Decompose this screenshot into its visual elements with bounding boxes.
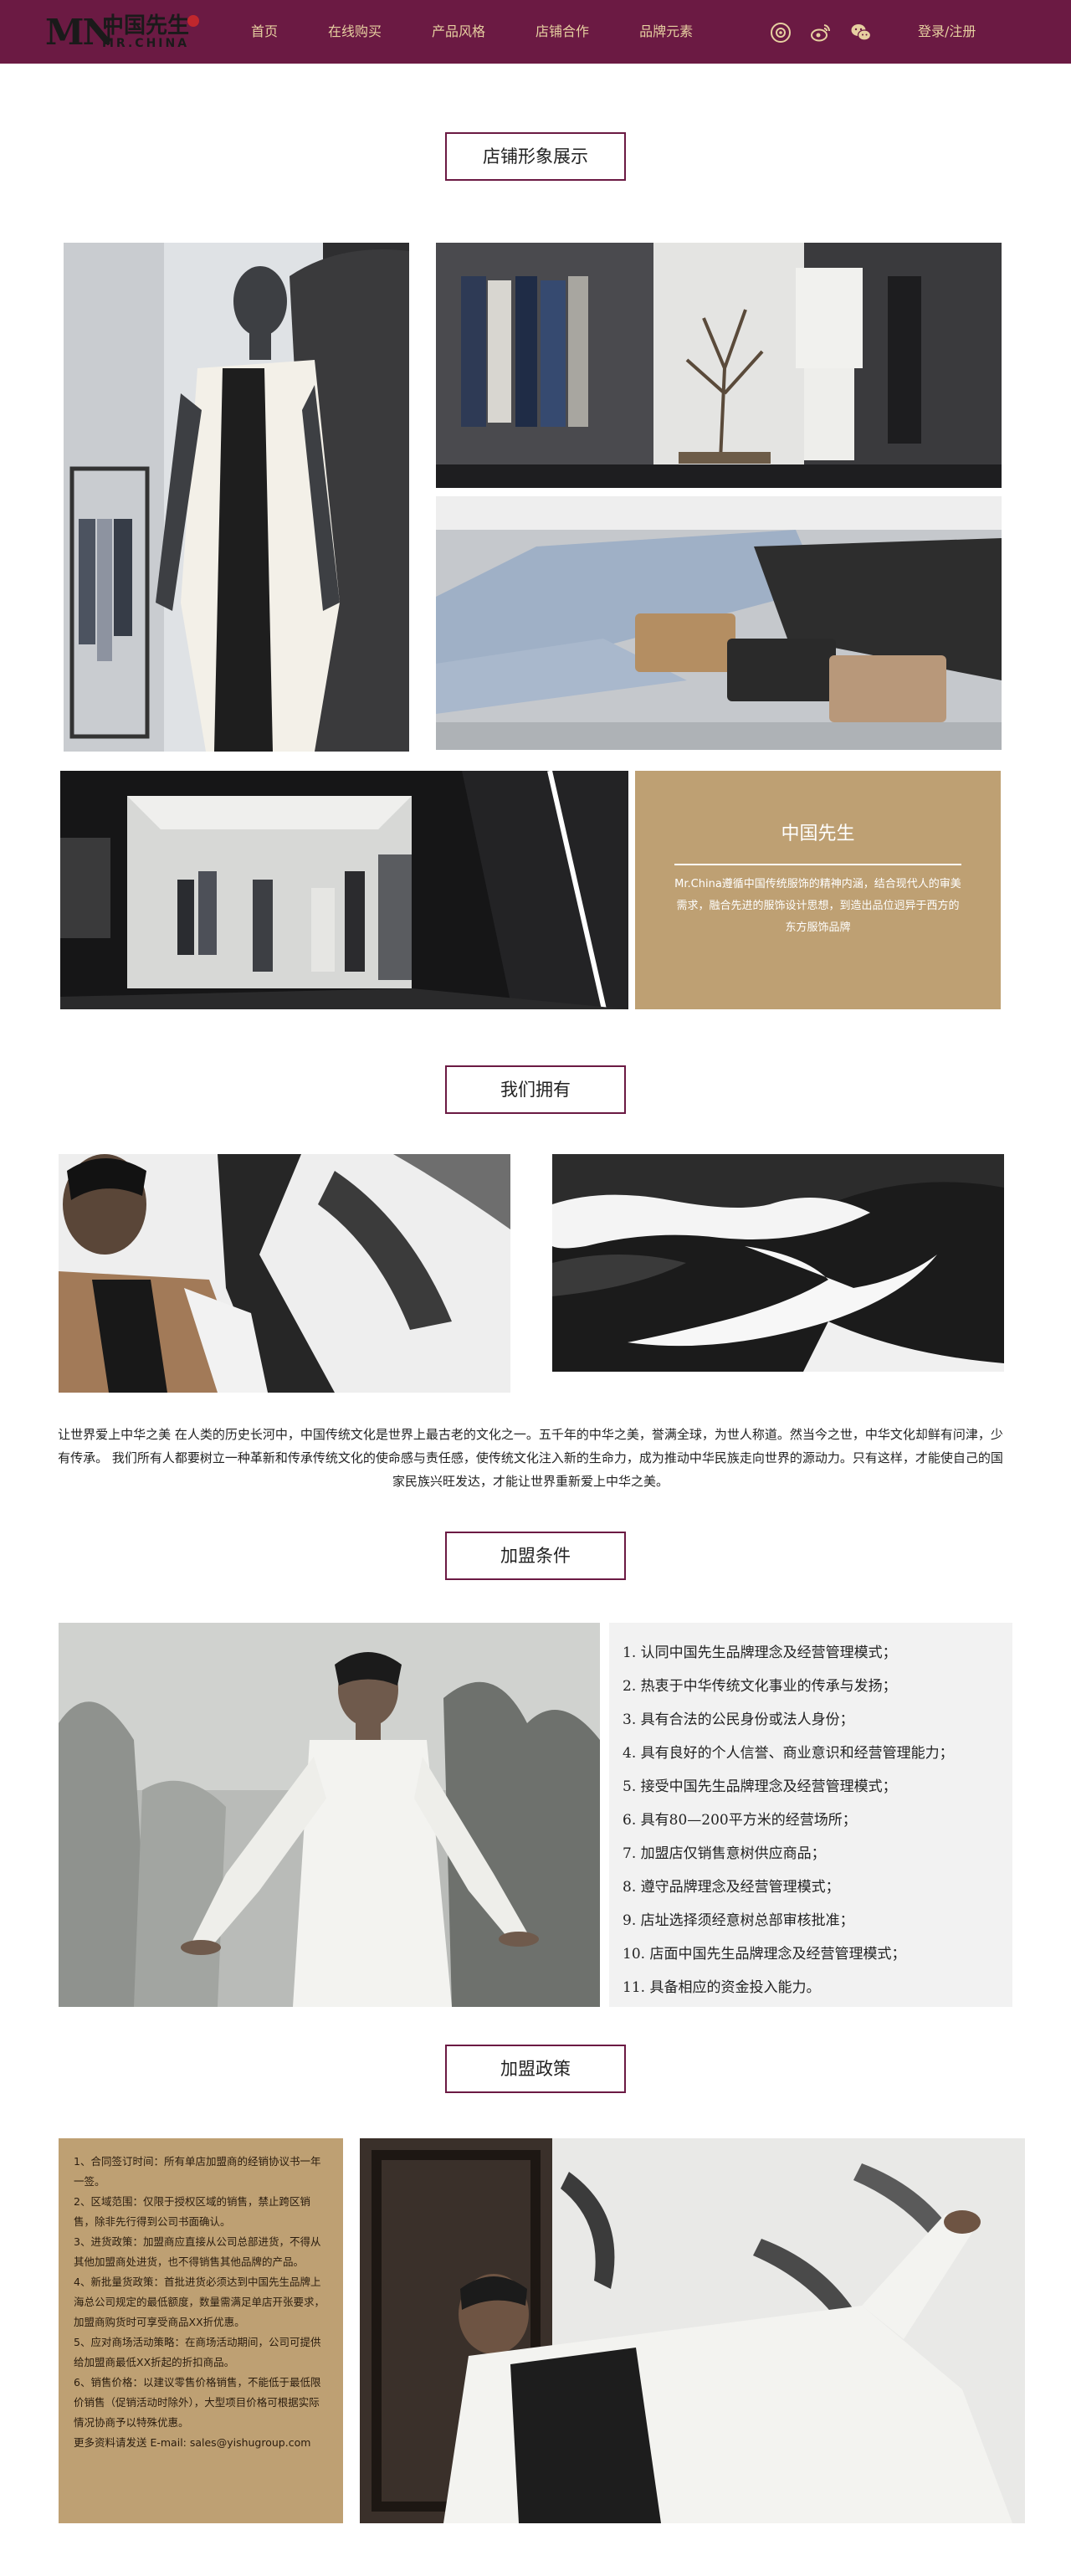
condition-item: 1. 认同中国先生品牌理念及经营管理模式； [623, 1645, 897, 1661]
policy-item: 6、销售价格：以建议零售价格销售，不能低于最低限价销售（促销活动时除外），大型项… [74, 2376, 321, 2429]
logo-seal-icon [187, 15, 199, 27]
condition-item: 10. 店面中国先生品牌理念及经营管理模式； [623, 1946, 906, 1963]
join-conditions-list: 1. 认同中国先生品牌理念及经营管理模式； 2. 热衷于中华传统文化事业的传承与… [609, 1623, 1012, 2007]
store-rack-photo [436, 243, 1002, 488]
folded-clothes-photo [436, 496, 1002, 750]
store-interior-photo [60, 771, 628, 1009]
store-mannequin-photo [64, 243, 409, 752]
section-title-store-display: 店铺形象展示 [445, 132, 626, 181]
condition-item: 6. 具有80—200平方米的经营场所； [623, 1812, 857, 1829]
condition-item: 3. 具有合法的公民身份或法人身份； [623, 1711, 854, 1728]
section-title-we-have: 我们拥有 [445, 1065, 626, 1114]
section-title-join-conditions: 加盟条件 [445, 1532, 626, 1580]
top-navbar: MN 中国先生 MR.CHINA 首页 在线购买 产品风格 店铺合作 品牌元素 [0, 0, 1071, 64]
main-nav: 首页 在线购买 产品风格 店铺合作 品牌元素 [251, 0, 743, 64]
nav-brand-elements[interactable]: 品牌元素 [639, 0, 693, 64]
model-reclining-photo [360, 2138, 1025, 2523]
nav-product-style[interactable]: 产品风格 [432, 0, 485, 64]
logo-chinese-name: 中国先生 [102, 13, 190, 38]
policy-item: 2、区域范围：仅限于授权区域的销售，禁止跨区销售，除非先行得到公司书面确认。 [74, 2195, 310, 2228]
brand-box-description: Mr.China遵循中国传统服饰的精神内涵，结合现代人的审美需求，融合先进的服饰… [674, 878, 961, 934]
condition-item: 9. 店址选择须经意树总部审核批准； [623, 1912, 854, 1929]
weibo-icon[interactable] [810, 22, 832, 44]
brand-intro-box: 中国先生 Mr.China遵循中国传统服饰的精神内涵，结合现代人的审美需求，融合… [635, 771, 1001, 1009]
wechat-icon[interactable] [850, 22, 872, 44]
condition-item: 8. 遵守品牌理念及经营管理模式； [623, 1879, 840, 1896]
brand-box-divider [674, 864, 961, 865]
condition-item: 5. 接受中国先生品牌理念及经营管理模式； [623, 1778, 897, 1795]
policy-item: 5、应对商场活动策略：在商场活动期间，公司可提供给加盟商最低XX折起的折扣商品。 [74, 2336, 321, 2368]
brand-box-title: 中国先生 [781, 824, 855, 844]
condition-item: 7. 加盟店仅销售意树供应商品； [623, 1845, 826, 1862]
join-policy-box: 1、合同签订时间：所有单店加盟商的经销协议书一年一签。 2、区域范围：仅限于授权… [59, 2138, 343, 2523]
policy-item: 1、合同签订时间：所有单店加盟商的经销协议书一年一签。 [74, 2155, 321, 2188]
nav-online-buy[interactable]: 在线购买 [328, 0, 382, 64]
login-register-link[interactable]: 登录/注册 [918, 0, 976, 64]
nav-store-cooperation[interactable]: 店铺合作 [536, 0, 589, 64]
culture-paragraph: 让世界爱上中华之美 在人类的历史长河中，中国传统文化是世界上最古老的文化之一。五… [58, 1427, 1003, 1489]
condition-item: 2. 热衷于中华传统文化事业的传承与发扬； [623, 1678, 897, 1695]
model-calligraphy-photo [59, 1154, 510, 1393]
policy-email-note: 更多资料请发送 E-mail: sales@yishugroup.com [74, 2436, 311, 2449]
social-icons [770, 22, 872, 44]
logo-english-name: MR.CHINA [102, 37, 190, 50]
nav-home[interactable]: 首页 [251, 0, 278, 64]
policy-item: 4、新批量货政策：首批进货必须达到中国先生品牌上海总公司规定的最低额度，数量需满… [74, 2276, 325, 2328]
model-arms-open-photo [59, 1623, 600, 2007]
policy-item: 3、进货政策：加盟商应直接从公司总部进货，不得从其他加盟商处进货，也不得销售其他… [74, 2235, 321, 2268]
brand-logo[interactable]: MN 中国先生 MR.CHINA [45, 12, 204, 54]
condition-item: 4. 具有良好的个人信誉、商业意识和经营管理能力； [623, 1745, 954, 1762]
section-title-join-policy: 加盟政策 [445, 2045, 626, 2093]
compass-icon[interactable] [770, 22, 792, 44]
condition-item: 11. 具备相应的资金投入能力。 [623, 1979, 821, 1996]
river-valley-photo [552, 1154, 1004, 1372]
